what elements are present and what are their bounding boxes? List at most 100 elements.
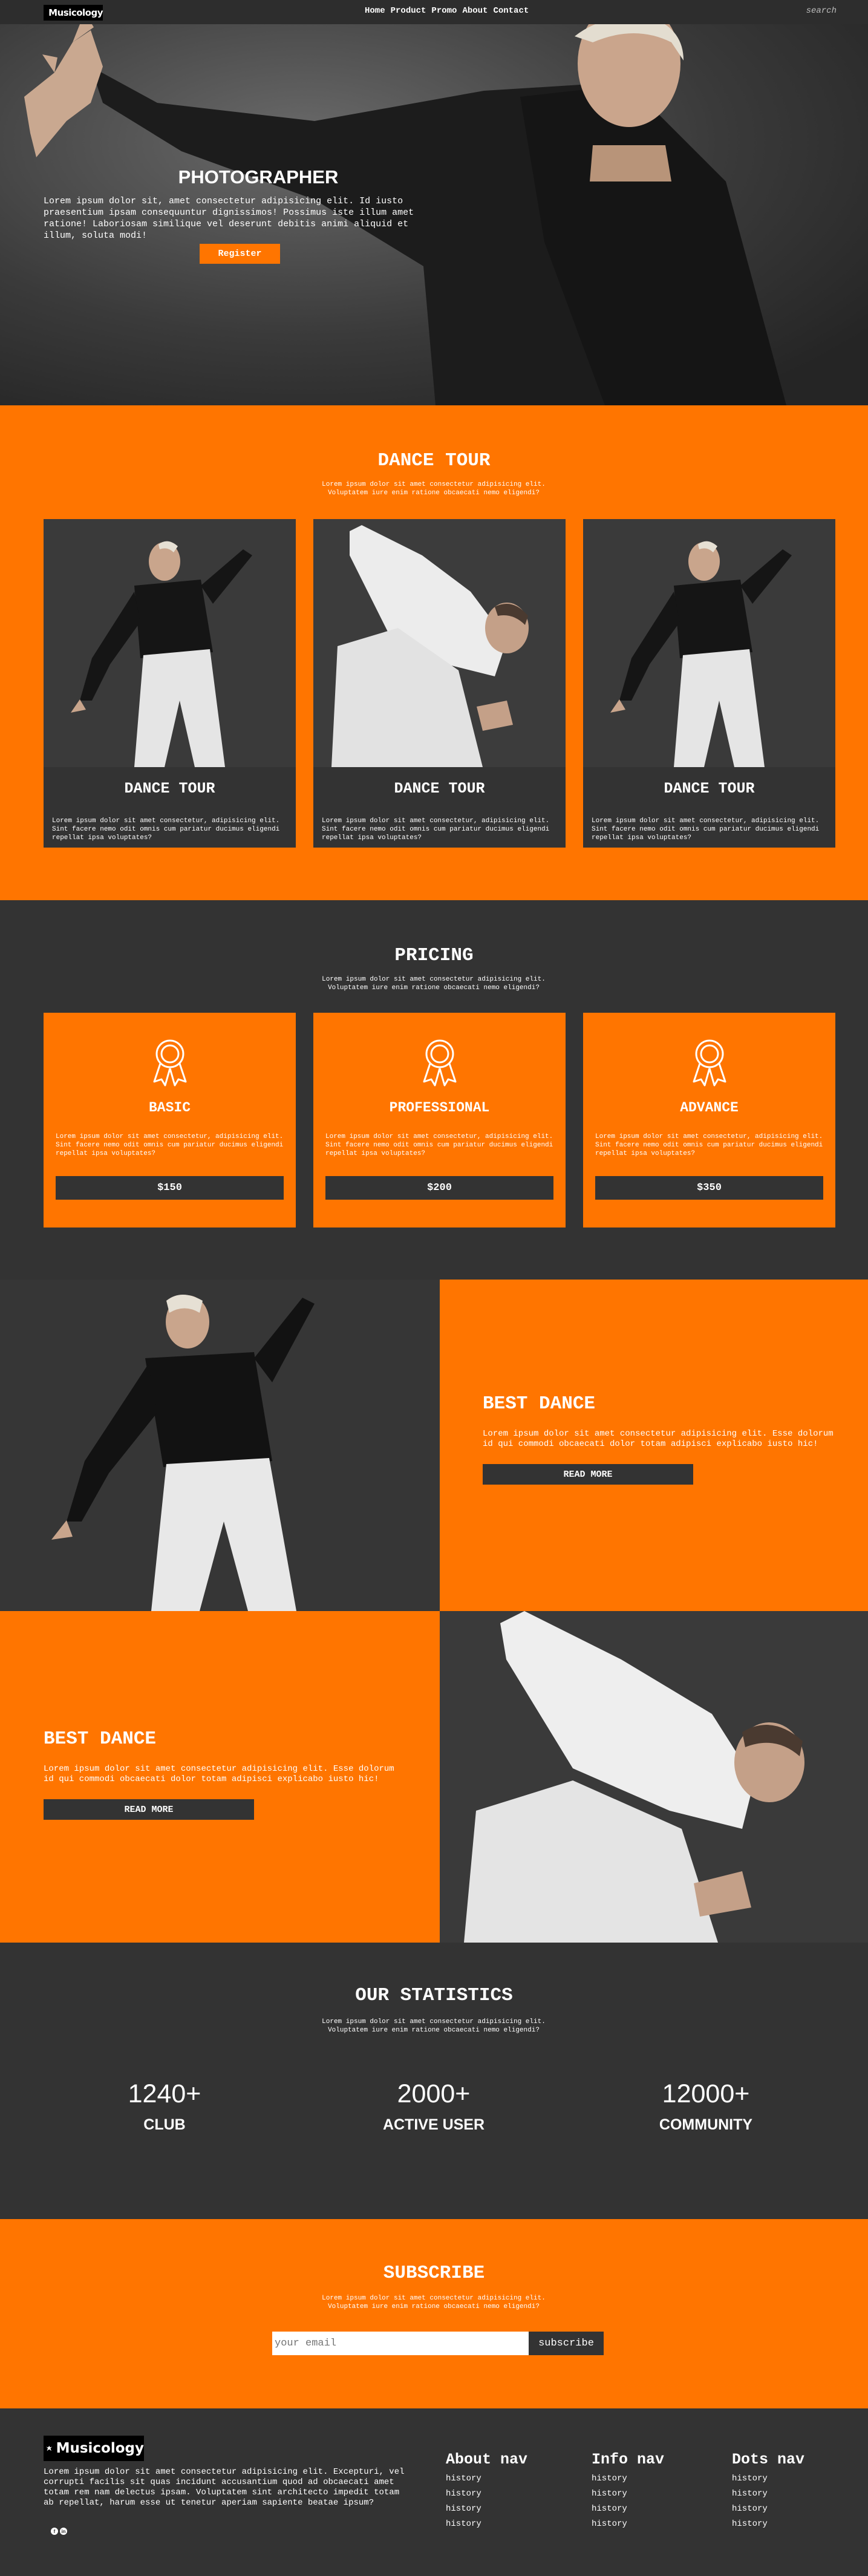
dance-tour-section: DANCE TOUR Lorem ipsum dolor sit amet co… xyxy=(0,405,868,900)
price-card-professional: PROFESSIONAL Lorem ipsum dolor sit amet … xyxy=(313,1013,566,1228)
tour-card[interactable]: DANCE TOUR Lorem ipsum dolor sit amet co… xyxy=(583,519,835,848)
read-more-button[interactable]: READ MORE xyxy=(44,1799,254,1820)
footer-link[interactable]: history xyxy=(592,2474,713,2483)
footer-link[interactable]: history xyxy=(732,2504,853,2514)
stat-active-user: 2000+ ACTIVE USER xyxy=(343,2079,524,2134)
tour-card-text: Lorem ipsum dolor sit amet consectetur, … xyxy=(52,817,280,842)
footer-column-info: Info nav history history history history xyxy=(592,2451,713,2529)
footer-link[interactable]: history xyxy=(592,2489,713,2499)
stat-label: CLUB xyxy=(143,2116,186,2133)
subscribe-title: SUBSCRIBE xyxy=(383,2263,485,2284)
nav-search-link[interactable]: search xyxy=(806,6,837,16)
feature-text: Lorem ipsum dolor sit amet consectetur a… xyxy=(44,1764,394,1784)
best-dance-feature-2: BEST DANCE Lorem ipsum dolor sit amet co… xyxy=(0,1611,868,1943)
footer-logo-text: Musicology xyxy=(56,2440,144,2456)
tour-card[interactable]: DANCE TOUR Lorem ipsum dolor sit amet co… xyxy=(44,519,296,848)
brand-logo-text: Musicology xyxy=(48,7,103,18)
stat-label: COMMUNITY xyxy=(659,2116,753,2133)
footer-link[interactable]: history xyxy=(446,2504,567,2514)
footer-link[interactable]: history xyxy=(446,2519,567,2529)
pricing-section: PRICING Lorem ipsum dolor sit amet conse… xyxy=(0,900,868,1280)
feature-text: Lorem ipsum dolor sit amet consectetur a… xyxy=(483,1429,834,1449)
feature-title: BEST DANCE xyxy=(483,1393,596,1414)
pricing-title: PRICING xyxy=(394,945,474,966)
footer-link[interactable]: history xyxy=(446,2474,567,2483)
feature-title: BEST DANCE xyxy=(44,1728,157,1750)
footer-logo[interactable]: Musicology xyxy=(44,2436,144,2461)
plan-name: ADVANCE xyxy=(680,1100,739,1116)
footer-link[interactable]: history xyxy=(592,2504,713,2514)
register-button[interactable]: Register xyxy=(200,244,280,264)
dancer-photo xyxy=(313,519,566,767)
footer-column-title: About nav xyxy=(446,2451,528,2468)
read-more-button[interactable]: READ MORE xyxy=(483,1464,693,1485)
footer-column-title: Dots nav xyxy=(732,2451,805,2468)
subscribe-section: SUBSCRIBE Lorem ipsum dolor sit amet con… xyxy=(0,2219,868,2408)
footer-about-text: Lorem ipsum dolor sit amet consectetur a… xyxy=(44,2467,405,2508)
footer-link[interactable]: history xyxy=(732,2489,853,2499)
nav-links: Home Product Promo About Contact xyxy=(365,6,529,16)
feature-body: BEST DANCE Lorem ipsum dolor sit amet co… xyxy=(483,1393,840,1485)
feature-panel: BEST DANCE Lorem ipsum dolor sit amet co… xyxy=(440,1280,868,1611)
feature-panel: BEST DANCE Lorem ipsum dolor sit amet co… xyxy=(0,1611,440,1943)
stats-title: OUR STATISTICS xyxy=(355,1985,513,2006)
brand-logo[interactable]: Musicology xyxy=(44,5,103,21)
hero-title: PHOTOGRAPHER xyxy=(178,166,339,188)
plan-price-button[interactable]: $200 xyxy=(325,1176,553,1200)
award-ribbon-icon xyxy=(153,1039,187,1087)
stat-number: 1240+ xyxy=(128,2079,201,2108)
stat-label: ACTIVE USER xyxy=(382,2116,485,2133)
footer-column-title: Info nav xyxy=(592,2451,665,2468)
subscribe-subtitle: Lorem ipsum dolor sit amet consectetur a… xyxy=(322,2295,546,2310)
page: Musicology Home Product Promo About Cont… xyxy=(0,0,868,2576)
nav-link-product[interactable]: Product xyxy=(391,6,426,16)
statistics-section: OUR STATISTICS Lorem ipsum dolor sit ame… xyxy=(0,1943,868,2219)
stats-subtitle: Lorem ipsum dolor sit amet consectetur a… xyxy=(322,2018,546,2034)
feature-body: BEST DANCE Lorem ipsum dolor sit amet co… xyxy=(44,1728,400,1820)
social-links: f in xyxy=(51,2528,67,2535)
eagle-logo-icon xyxy=(46,2445,53,2451)
plan-price-button[interactable]: $350 xyxy=(595,1176,823,1200)
best-dance-feature-1: BEST DANCE Lorem ipsum dolor sit amet co… xyxy=(0,1280,868,1611)
linkedin-icon[interactable]: in xyxy=(60,2528,67,2535)
footer: Musicology Lorem ipsum dolor sit amet co… xyxy=(0,2408,868,2576)
price-cards: BASIC Lorem ipsum dolor sit amet consect… xyxy=(44,1013,835,1228)
stat-community: 12000+ COMMUNITY xyxy=(615,2079,797,2134)
tour-title: DANCE TOUR xyxy=(377,450,491,471)
dancer-photo xyxy=(0,1280,440,1611)
subscribe-form: subscribe xyxy=(272,2332,604,2355)
nav-link-about[interactable]: About xyxy=(462,6,488,16)
tour-subtitle: Lorem ipsum dolor sit amet consectetur a… xyxy=(322,481,546,497)
footer-link[interactable]: history xyxy=(446,2489,567,2499)
footer-link[interactable]: history xyxy=(592,2519,713,2529)
facebook-icon[interactable]: f xyxy=(51,2528,58,2535)
hero-text: Lorem ipsum dolor sit, amet consectetur … xyxy=(44,196,414,241)
tour-cards: DANCE TOUR Lorem ipsum dolor sit amet co… xyxy=(44,519,835,848)
footer-link[interactable]: history xyxy=(732,2474,853,2483)
footer-column-about: About nav history history history histor… xyxy=(446,2451,567,2529)
email-input[interactable] xyxy=(272,2332,529,2355)
subscribe-button[interactable]: subscribe xyxy=(529,2332,604,2355)
plan-text: Lorem ipsum dolor sit amet consectetur, … xyxy=(595,1133,823,1157)
plan-name: PROFESSIONAL xyxy=(389,1100,490,1116)
nav-link-contact[interactable]: Contact xyxy=(493,6,529,16)
tour-card-text: Lorem ipsum dolor sit amet consectetur, … xyxy=(322,817,550,842)
footer-link[interactable]: history xyxy=(732,2519,853,2529)
stat-club: 1240+ CLUB xyxy=(74,2079,255,2134)
stat-number: 2000+ xyxy=(397,2079,471,2108)
plan-name: BASIC xyxy=(148,1100,191,1116)
nav-link-home[interactable]: Home xyxy=(365,6,385,16)
award-ribbon-icon xyxy=(423,1039,457,1087)
price-card-advance: ADVANCE Lorem ipsum dolor sit amet conse… xyxy=(583,1013,835,1228)
top-navbar: Musicology Home Product Promo About Cont… xyxy=(0,0,868,24)
nav-link-promo[interactable]: Promo xyxy=(431,6,457,16)
stat-number: 12000+ xyxy=(662,2079,750,2108)
award-ribbon-icon xyxy=(693,1039,726,1087)
plan-price-button[interactable]: $150 xyxy=(56,1176,284,1200)
pricing-subtitle: Lorem ipsum dolor sit amet consectetur a… xyxy=(322,976,546,992)
tour-card[interactable]: DANCE TOUR Lorem ipsum dolor sit amet co… xyxy=(313,519,566,848)
price-card-basic: BASIC Lorem ipsum dolor sit amet consect… xyxy=(44,1013,296,1228)
tour-card-title: DANCE TOUR xyxy=(664,780,755,797)
dancer-photo xyxy=(440,1611,868,1943)
tour-card-title: DANCE TOUR xyxy=(124,780,215,797)
